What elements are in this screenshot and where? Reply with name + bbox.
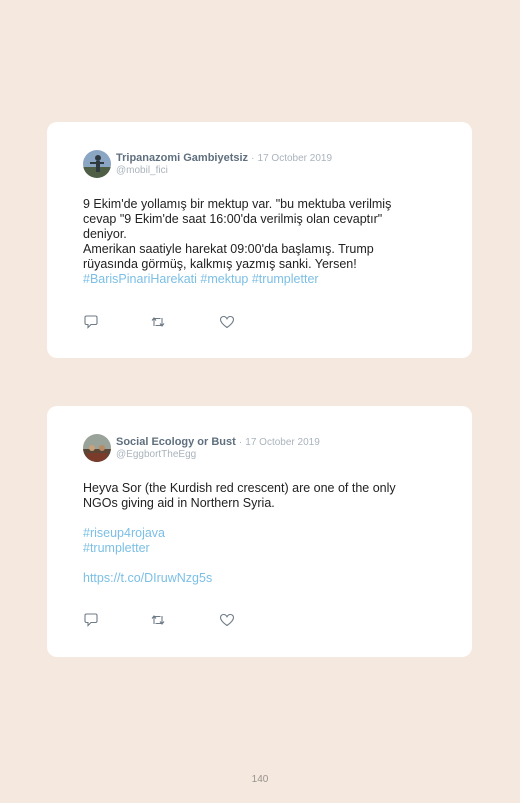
user-handle[interactable]: @mobil_fici <box>116 165 168 177</box>
tweet-date[interactable]: 17 October 2019 <box>245 437 320 448</box>
text-line: NGOs giving aid in Northern Syria. <box>83 496 275 510</box>
display-name[interactable]: Social Ecology or Bust <box>116 436 236 448</box>
text-line: Amerikan saatiyle harekat 09:00'da başla… <box>83 242 374 256</box>
like-icon[interactable] <box>219 613 235 627</box>
text-line: deniyor. <box>83 227 127 241</box>
tweet-date[interactable]: 17 October 2019 <box>258 153 333 164</box>
tweet-text: Heyva Sor (the Kurdish red crescent) are… <box>83 481 443 586</box>
text-line: rüyasında görmüş, kalkmış yazmış sanki. … <box>83 257 357 271</box>
avatar[interactable] <box>83 434 111 462</box>
tweet-card: Social Ecology or Bust · 17 October 2019… <box>47 406 472 657</box>
like-icon[interactable] <box>219 315 235 329</box>
url-link[interactable]: https://t.co/DIruwNzg5s <box>83 571 212 585</box>
hashtag-link[interactable]: #trumpletter <box>83 541 150 555</box>
avatar[interactable] <box>83 150 111 178</box>
hashtag-link[interactable]: #mektup <box>200 272 248 286</box>
hashtag-link[interactable]: #riseup4rojava <box>83 526 165 540</box>
text-line: Heyva Sor (the Kurdish red crescent) are… <box>83 481 396 495</box>
reply-icon[interactable] <box>83 613 99 627</box>
retweet-icon[interactable] <box>150 315 166 329</box>
user-handle[interactable]: @EggbortTheEgg <box>116 449 196 461</box>
hashtag-link[interactable]: #trumpletter <box>252 272 319 286</box>
reply-icon[interactable] <box>83 315 99 329</box>
text-line: cevap "9 Ekim'de saat 16:00'da verilmiş … <box>83 212 383 226</box>
display-name[interactable]: Tripanazomi Gambiyetsiz <box>116 152 248 164</box>
separator: · <box>238 437 243 448</box>
tweet-card: Tripanazomi Gambiyetsiz · 17 October 201… <box>47 122 472 358</box>
page-number: 140 <box>251 774 269 785</box>
text-line: 9 Ekim'de yollamış bir mektup var. "bu m… <box>83 197 392 211</box>
retweet-icon[interactable] <box>150 613 166 627</box>
hashtag-link[interactable]: #BarisPinariHarekati <box>83 272 197 286</box>
separator: · <box>251 153 255 164</box>
tweet-text: 9 Ekim'de yollamış bir mektup var. "bu m… <box>83 197 443 287</box>
